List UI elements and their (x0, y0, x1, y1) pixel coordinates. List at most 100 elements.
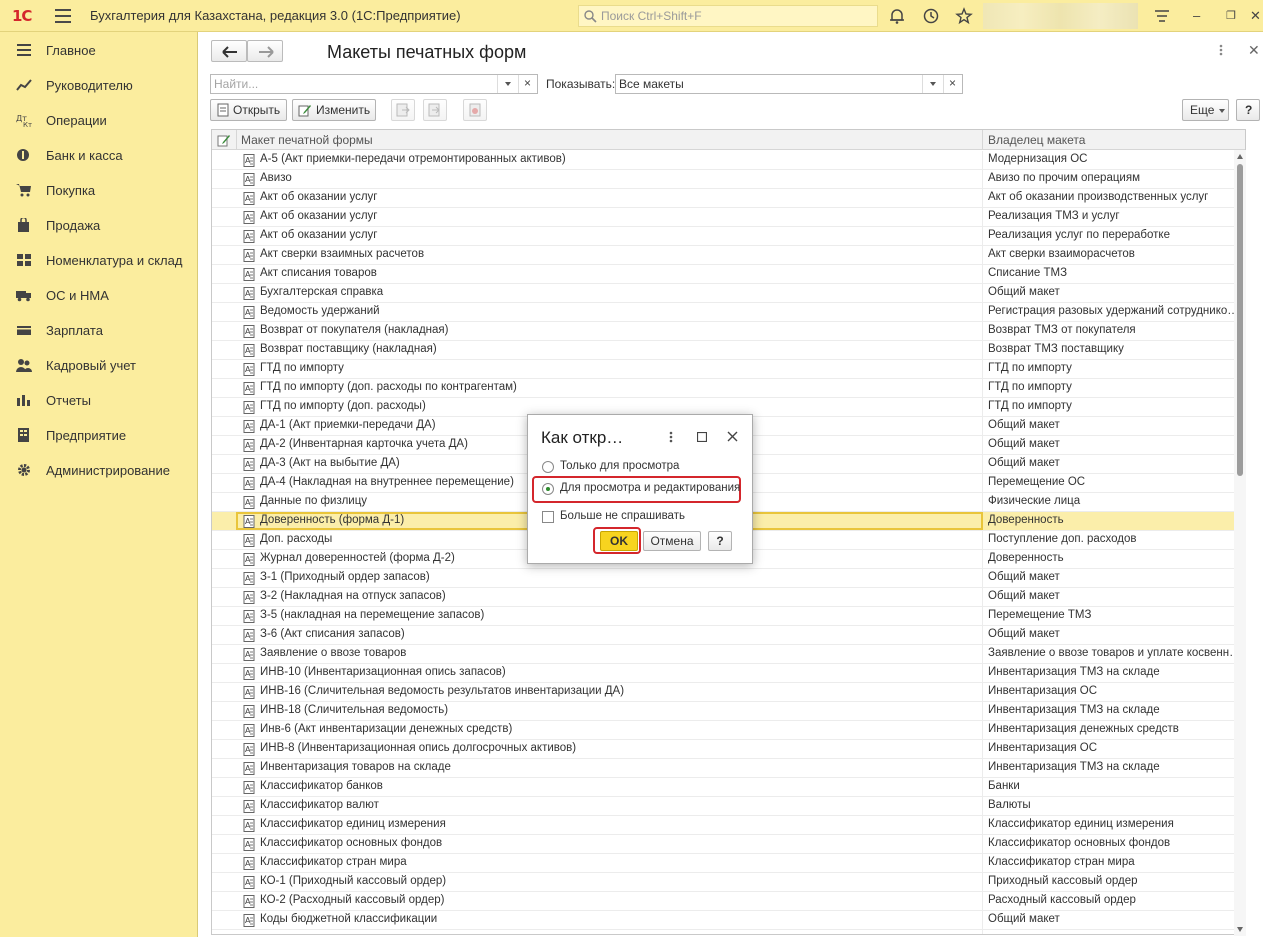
table-row[interactable]: A Акт об оказании услуг Акт об оказании пр… (212, 189, 1245, 208)
table-row[interactable]: A Инвентаризация товаров на складе Инвента… (212, 759, 1245, 778)
table-row[interactable]: A ИНВ-18 (Сличительная ведомость) Инвентар… (212, 702, 1245, 721)
sidebar-item-manager[interactable]: Руководителю (0, 69, 198, 101)
table-row[interactable]: A Инв-6 (Акт инвентаризации денежных сред… (212, 721, 1245, 740)
help-button[interactable]: ? (1236, 99, 1260, 121)
table-row[interactable]: A Коды бюджетной классификации Общий макет (212, 911, 1245, 930)
save-to-file-button[interactable] (391, 99, 415, 121)
close-window-icon[interactable]: ✕ (1250, 8, 1261, 24)
open-button[interactable]: Открыть (210, 99, 287, 121)
global-search-input[interactable] (601, 8, 871, 24)
search-clear-icon[interactable]: × (518, 75, 536, 93)
more-vertical-icon[interactable] (1219, 44, 1223, 56)
star-icon[interactable] (955, 7, 973, 25)
cell-template: ГТД по импорту (доп. расходы) (260, 400, 426, 412)
table-row[interactable]: A Классификатор основных фондов Классифика… (212, 835, 1245, 854)
table-row[interactable]: A Возврат поставщику (накладная) Возврат Т… (212, 341, 1245, 360)
sidebar-item-assets[interactable]: ОС и НМА (0, 279, 198, 311)
table-row[interactable]: A ИНВ-8 (Инвентаризационная опись долгоср… (212, 740, 1245, 759)
vertical-scrollbar[interactable] (1234, 150, 1246, 936)
table-row[interactable]: A ИНВ-10 (Инвентаризационная опись запасо… (212, 664, 1245, 683)
close-form-icon[interactable]: ✕ (1248, 42, 1260, 59)
table-row[interactable]: A ИНВ-16 (Сличительная ведомость результа… (212, 683, 1245, 702)
table-row[interactable]: A Возврат от покупателя (накладная) Возвра… (212, 322, 1245, 341)
template-doc-icon: A (243, 401, 255, 414)
sidebar-item-bank[interactable]: Банк и касса (0, 139, 198, 171)
table-row[interactable]: A Акт об оказании услуг Реализация ТМЗ и у… (212, 208, 1245, 227)
delete-button[interactable] (463, 99, 487, 121)
sidebar-item-operations[interactable]: Дт Кт Операции (0, 104, 198, 136)
cell-owner: ГТД по импорту (988, 400, 1072, 412)
load-from-file-button[interactable] (423, 99, 447, 121)
dialog-maximize-icon[interactable] (697, 432, 707, 442)
sidebar-item-admin[interactable]: Администрирование (0, 454, 198, 486)
dont-ask-checkbox[interactable] (542, 511, 554, 523)
edit-button[interactable]: Изменить (292, 99, 376, 121)
table-row[interactable]: A ГТД по импорту ГТД по импорту (212, 360, 1245, 379)
ok-button[interactable]: OK (600, 531, 638, 551)
bell-icon[interactable] (888, 7, 906, 25)
cancel-button[interactable]: Отмена (643, 531, 701, 551)
cell-owner: Акт сверки взаиморасчетов (988, 248, 1135, 260)
table-row[interactable]: A З-6 (Акт списания запасов) Общий макет (212, 626, 1245, 645)
table-row[interactable]: A ГТД по импорту (доп. расходы по контраг… (212, 379, 1245, 398)
cell-owner: Реализация услуг по переработке (988, 229, 1170, 241)
radio-view-edit[interactable] (542, 483, 554, 495)
table-row[interactable]: A Классификатор стран мира Классификатор с… (212, 854, 1245, 873)
dialog-help-button[interactable]: ? (708, 531, 732, 551)
more-button[interactable]: Еще (1182, 99, 1229, 121)
table-row[interactable]: A З-1 (Приходный ордер запасов) Общий маке… (212, 569, 1245, 588)
table-row[interactable]: A Заявление о ввозе товаров Заявление о вв… (212, 645, 1245, 664)
table-row[interactable]: A З-2 (Накладная на отпуск запасов) Общий … (212, 588, 1245, 607)
dialog-close-icon[interactable] (727, 431, 738, 442)
cell-template: Инвентаризация товаров на складе (260, 761, 451, 773)
scroll-thumb[interactable] (1237, 164, 1243, 476)
back-button[interactable] (211, 40, 247, 62)
sidebar-item-reports[interactable]: Отчеты (0, 384, 198, 416)
sidebar-item-enterprise[interactable]: Предприятие (0, 419, 198, 451)
sidebar-item-hr[interactable]: Кадровый учет (0, 349, 198, 381)
template-doc-icon: A (243, 743, 255, 756)
table-row[interactable]: A Классификатор валют Валюты (212, 797, 1245, 816)
global-search[interactable] (578, 5, 878, 27)
main-menu-icon[interactable] (55, 9, 71, 23)
table-row[interactable]: A КО-2 (Расходный кассовый ордер) Расходны… (212, 892, 1245, 911)
scroll-down-icon[interactable] (1237, 927, 1243, 932)
app-logo[interactable]: 1С (12, 7, 32, 25)
column-template[interactable]: Макет печатной формы (241, 133, 373, 147)
restore-icon[interactable]: ❐ (1226, 9, 1236, 22)
dialog-more-icon[interactable] (669, 431, 673, 443)
table-row[interactable]: A А-5 (Акт приемки-передачи отремонтирова… (212, 151, 1245, 170)
funnel-menu-icon[interactable] (1153, 7, 1171, 25)
table-row[interactable]: A Авизо Авизо по прочим операциям (212, 170, 1245, 189)
table-row[interactable]: A Акт списания товаров Списание ТМЗ (212, 265, 1245, 284)
table-row[interactable]: A З-5 (накладная на перемещение запасов) П… (212, 607, 1245, 626)
wallet-icon (17, 326, 31, 335)
table-row[interactable]: A Ведомость удержаний Регистрация разовых … (212, 303, 1245, 322)
show-select[interactable]: Все макеты × (615, 74, 963, 94)
search-dropdown-icon[interactable] (497, 75, 517, 93)
cell-template: З-6 (Акт списания запасов) (260, 628, 405, 640)
sidebar-item-main[interactable]: Главное (0, 34, 198, 66)
table-row[interactable]: A Акт сверки взаимных расчетов Акт сверки … (212, 246, 1245, 265)
minimize-icon[interactable]: – (1193, 8, 1200, 23)
search-icon (584, 10, 597, 23)
show-clear-icon[interactable]: × (943, 75, 961, 93)
sidebar-item-salary[interactable]: Зарплата (0, 314, 198, 346)
column-owner[interactable]: Владелец макета (988, 133, 1085, 147)
scroll-up-icon[interactable] (1237, 154, 1243, 159)
sidebar-item-sales[interactable]: Продажа (0, 209, 198, 241)
template-doc-icon: A (243, 458, 255, 471)
table-row[interactable]: A Классификатор банков Банки (212, 778, 1245, 797)
radio-view-only[interactable] (542, 461, 554, 473)
forward-button[interactable] (247, 40, 283, 62)
show-dropdown-icon[interactable] (922, 75, 942, 93)
sidebar-item-nomenclature[interactable]: Номенклатура и склад (0, 244, 198, 276)
sidebar-item-purchase[interactable]: Покупка (0, 174, 198, 206)
table-row[interactable]: A КО-1 (Приходный кассовый ордер) Приходны… (212, 873, 1245, 892)
table-row[interactable]: A Бухгалтерская справка Общий макет (212, 284, 1245, 303)
table-row[interactable]: A Акт об оказании услуг Реализация услуг п… (212, 227, 1245, 246)
table-row[interactable]: A Классификатор единиц измерения Классифик… (212, 816, 1245, 835)
history-icon[interactable] (922, 7, 940, 25)
search-input[interactable]: Найти... × (210, 74, 538, 94)
user-area[interactable] (983, 3, 1138, 29)
